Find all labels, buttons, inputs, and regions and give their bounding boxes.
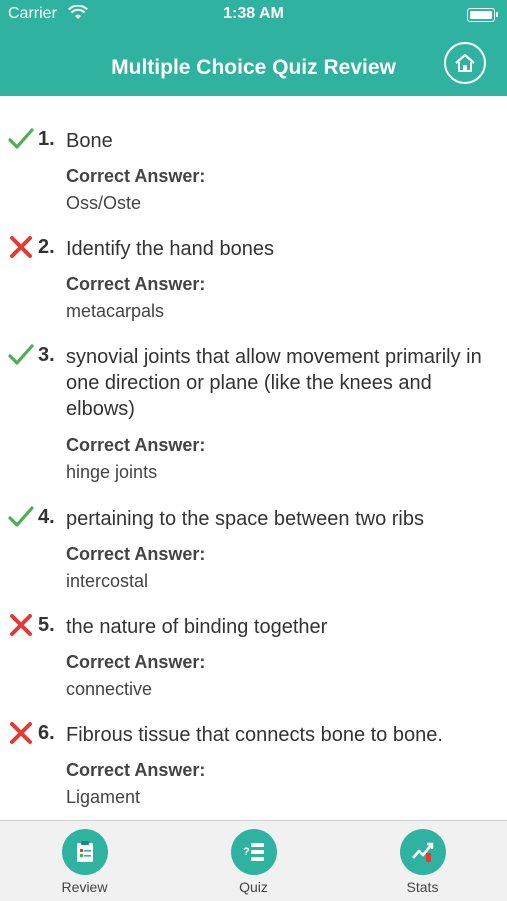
check-icon <box>8 126 34 152</box>
question-list[interactable]: 1. Bone Correct Answer: Oss/Oste 2. Iden… <box>0 96 507 820</box>
check-icon <box>8 342 34 368</box>
question-number: 1. <box>38 128 55 150</box>
correct-answer-value: intercostal <box>66 571 149 591</box>
correct-answer-label: Correct Answer: <box>66 760 206 780</box>
correct-answer-label: Correct Answer: <box>66 652 206 672</box>
question-number: 2. <box>38 236 55 258</box>
correct-answer-value: hinge joints <box>66 462 158 482</box>
question-number: 6. <box>38 722 55 744</box>
check-icon <box>8 504 34 530</box>
correct-answer-label: Correct Answer: <box>66 544 206 564</box>
question-text: Identify the hand bones <box>66 238 274 260</box>
question-text: Bone <box>66 130 113 152</box>
question-number: 4. <box>38 506 55 528</box>
correct-answer-value: connective <box>66 679 153 699</box>
status-bar: Carrier 1:38 AM <box>0 0 507 30</box>
clock: 1:38 AM <box>223 5 284 22</box>
question-number: 3. <box>38 344 55 366</box>
tab-review[interactable]: Review <box>0 821 169 901</box>
tab-stats[interactable]: Stats <box>338 821 507 901</box>
stats-icon <box>399 829 446 875</box>
home-button[interactable] <box>444 42 486 84</box>
correct-answer-value: metacarpals <box>66 301 165 321</box>
correct-answer-label: Correct Answer: <box>66 166 206 186</box>
cross-icon <box>8 720 34 746</box>
battery-icon <box>467 8 498 22</box>
tab-bar: Review ? Quiz Stats <box>0 820 507 901</box>
question-text: synovial joints that allow movement prim… <box>66 346 482 420</box>
header: Carrier 1:38 AM Multiple Choice Quiz Rev… <box>0 0 507 96</box>
tab-review-label: Review <box>61 879 108 895</box>
correct-answer-value: Ligament <box>66 787 141 807</box>
tab-quiz-label: Quiz <box>239 879 268 895</box>
tab-quiz[interactable]: ? Quiz <box>169 821 338 901</box>
correct-answer-label: Correct Answer: <box>66 435 206 455</box>
cross-icon <box>8 234 34 260</box>
svg-text:?: ? <box>243 846 250 858</box>
tab-stats-label: Stats <box>406 879 439 895</box>
correct-answer-value: Oss/Oste <box>66 193 142 213</box>
cross-icon <box>8 612 34 638</box>
question-text: pertaining to the space between two ribs <box>66 508 424 530</box>
question-text: Fibrous tissue that connects bone to bon… <box>66 724 443 746</box>
review-icon <box>61 829 108 875</box>
correct-answer-label: Correct Answer: <box>66 274 206 294</box>
question-number: 5. <box>38 614 55 636</box>
home-icon <box>455 53 475 72</box>
page-title: Multiple Choice Quiz Review <box>111 56 396 79</box>
quiz-icon: ? <box>230 829 277 875</box>
question-text: the nature of binding together <box>66 616 328 638</box>
